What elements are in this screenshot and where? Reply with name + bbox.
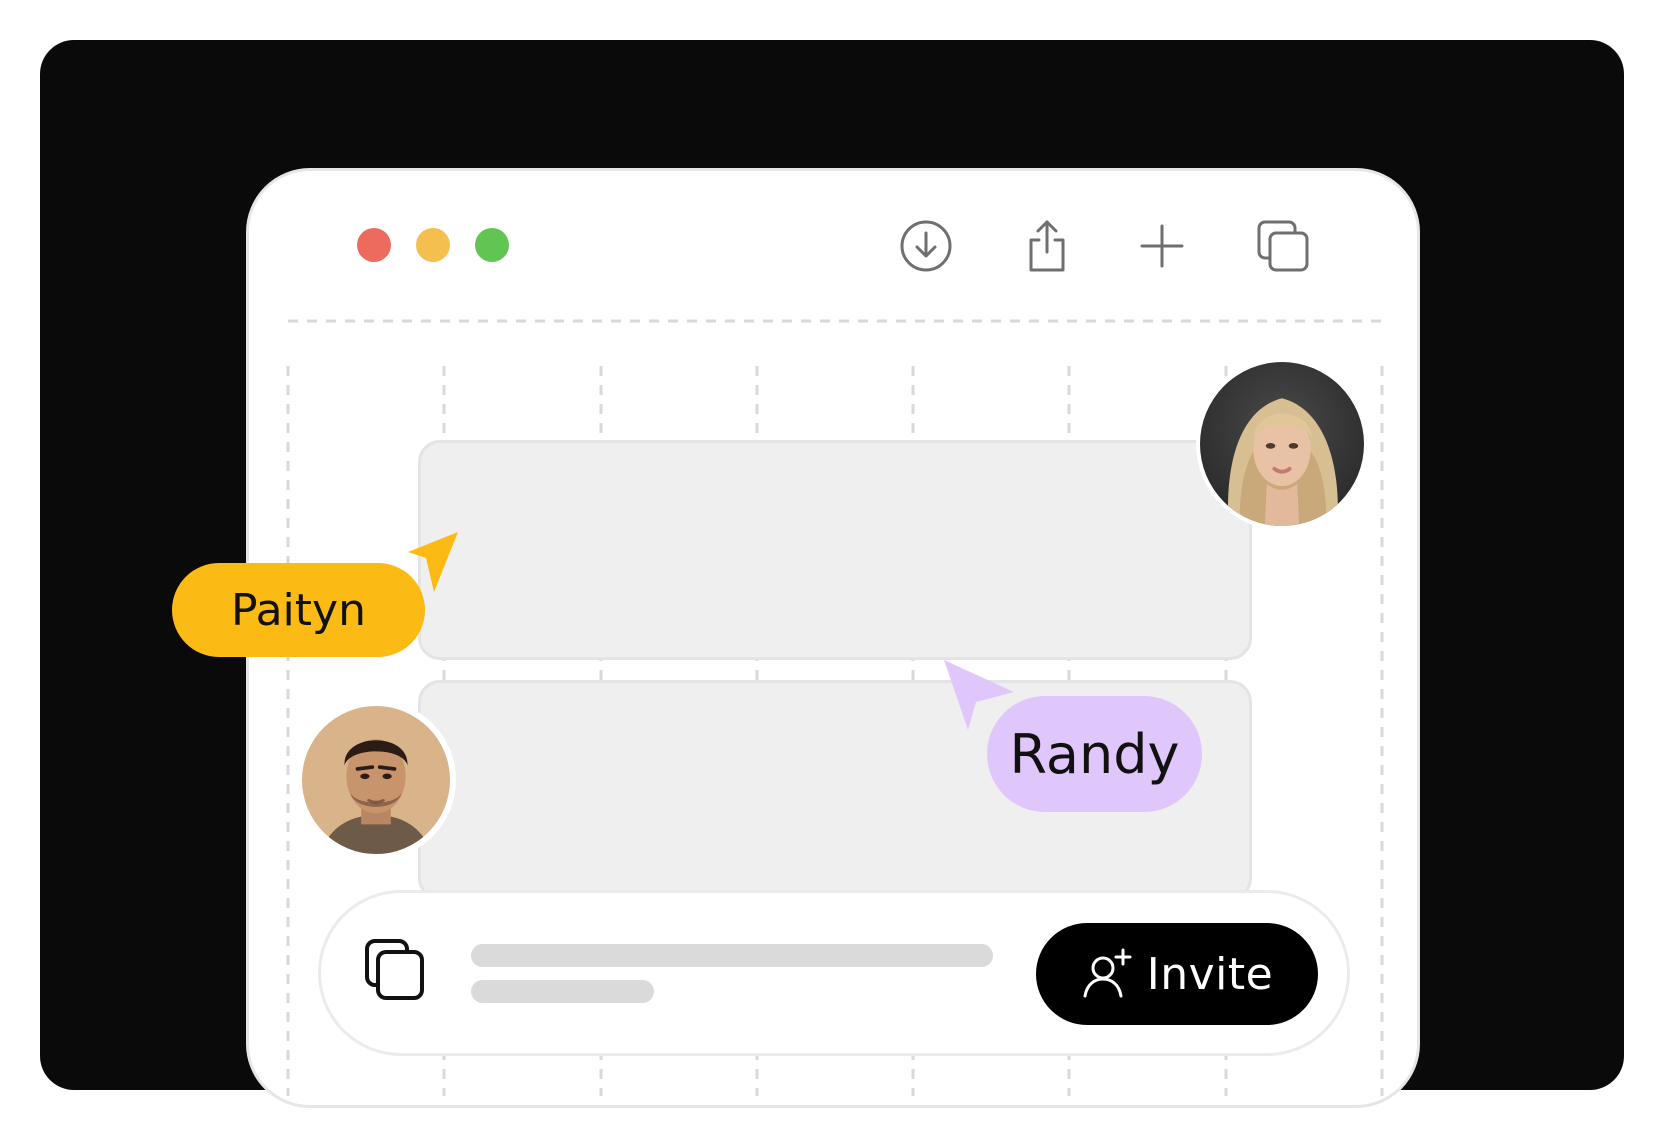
window-minimize-button[interactable] <box>416 228 450 262</box>
invite-button[interactable]: Invite <box>1036 923 1318 1025</box>
avatar <box>296 700 456 860</box>
collaborator-label-randy: Randy <box>987 696 1202 812</box>
cursor-pointer-icon <box>404 530 468 596</box>
user-plus-icon <box>1081 946 1133 998</box>
content-block-1 <box>418 440 1252 660</box>
share-icon[interactable] <box>1019 218 1075 274</box>
collaborator-label-paityn: Paityn <box>172 563 425 657</box>
copy-icon[interactable] <box>364 938 426 1002</box>
link-placeholder-line <box>471 944 993 967</box>
link-placeholder-line <box>471 980 654 1003</box>
invite-button-label: Invite <box>1146 948 1274 1000</box>
avatar <box>1196 358 1368 530</box>
collaborator-name: Randy <box>1009 722 1180 786</box>
tabs-icon[interactable] <box>1255 218 1311 274</box>
window-zoom-button[interactable] <box>475 228 509 262</box>
collaborator-name: Paityn <box>231 584 366 636</box>
window-close-button[interactable] <box>357 228 391 262</box>
plus-icon[interactable] <box>1134 218 1190 274</box>
download-icon[interactable] <box>898 218 954 274</box>
